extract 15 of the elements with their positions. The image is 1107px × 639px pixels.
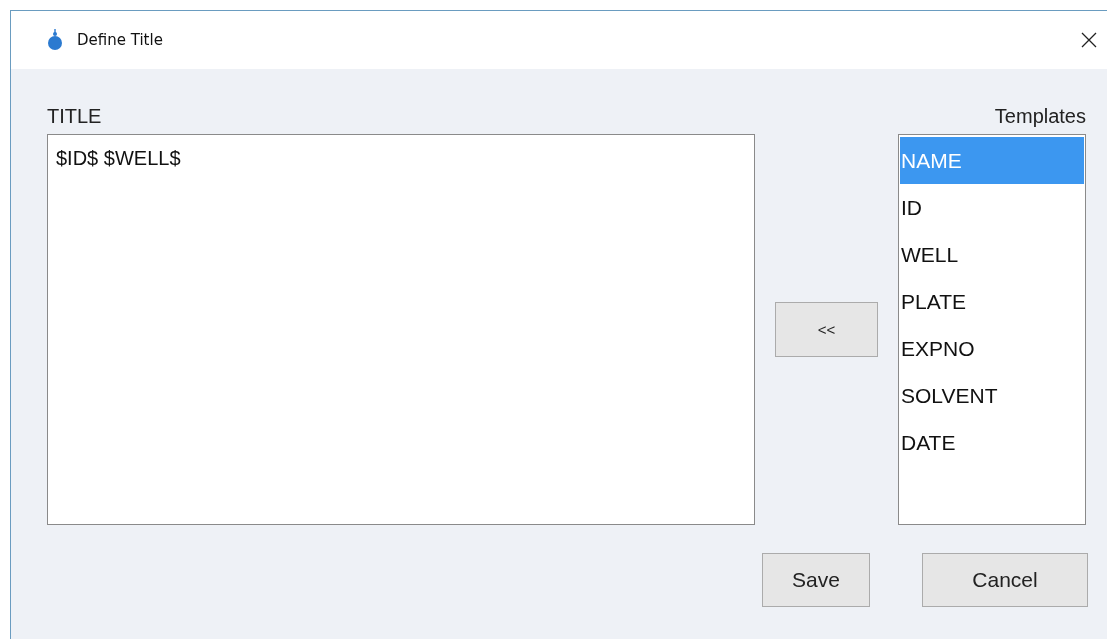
template-item[interactable]: WELL <box>900 231 1084 278</box>
template-item[interactable]: SOLVENT <box>900 372 1084 419</box>
templates-label: Templates <box>994 105 1086 128</box>
title-label: TITLE <box>47 105 102 128</box>
cancel-button[interactable]: Cancel <box>922 553 1088 607</box>
template-item[interactable]: PLATE <box>900 278 1084 325</box>
save-button[interactable]: Save <box>762 553 870 607</box>
template-item[interactable]: DATE <box>900 419 1084 466</box>
window-title: Define Title <box>77 31 164 49</box>
insert-button[interactable]: << <box>775 302 878 357</box>
close-icon[interactable] <box>1081 32 1097 48</box>
title-input-field[interactable]: $ID$ $WELL$ <box>47 134 755 525</box>
app-icon <box>45 29 65 51</box>
template-item[interactable]: ID <box>900 184 1084 231</box>
template-item[interactable]: EXPNO <box>900 325 1084 372</box>
